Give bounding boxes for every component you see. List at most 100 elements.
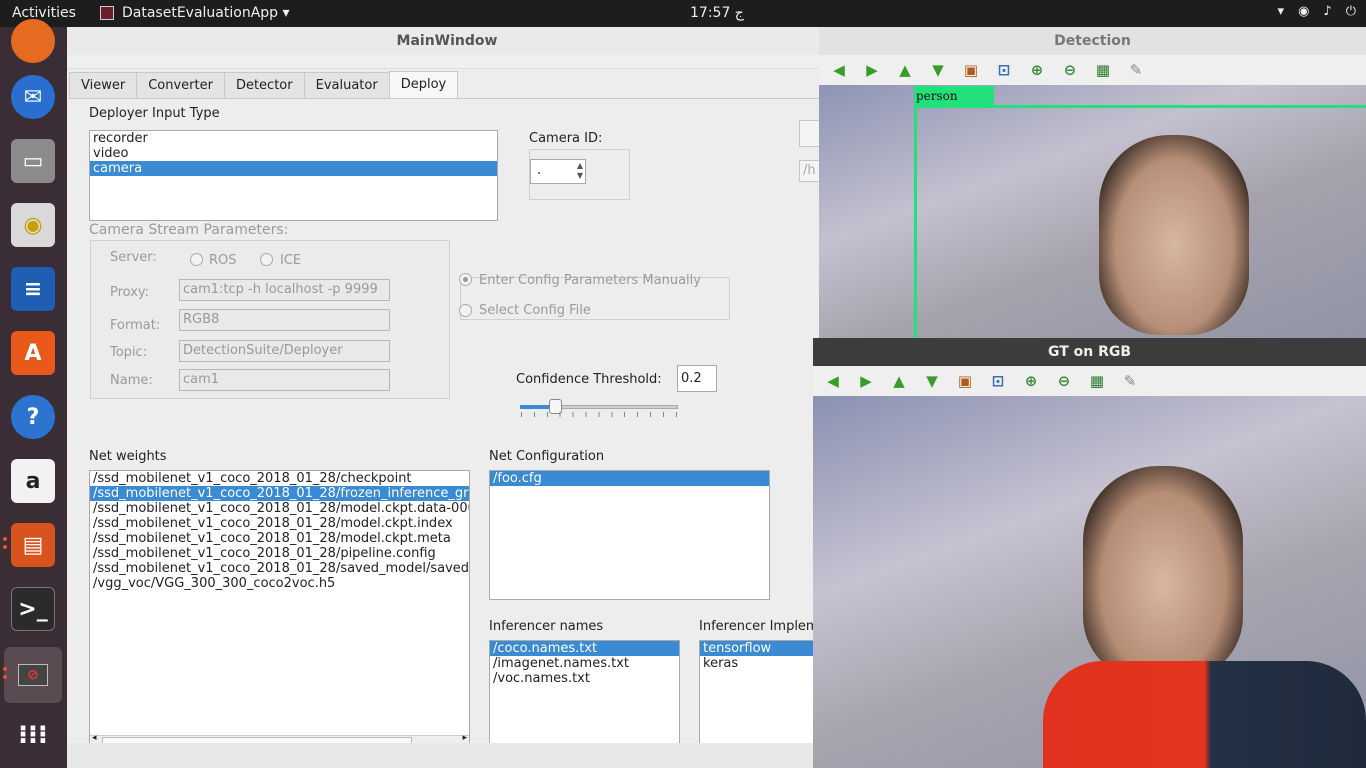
dock: ✉ ▭ ◉ ≡ A ? a ▤ >_ ⊘ ⁝⁝⁝ bbox=[0, 19, 67, 768]
list-item[interactable]: keras bbox=[700, 656, 828, 671]
gt-image bbox=[813, 396, 1366, 768]
format-field[interactable]: RGB8 bbox=[179, 309, 390, 331]
spin-arrows-icon[interactable]: ▲ ▼ bbox=[577, 161, 583, 181]
list-item[interactable]: /vgg_voc/VGG_300_300_coco2voc.h5 bbox=[90, 576, 469, 591]
zoom-out-icon[interactable]: ⊖ bbox=[1054, 371, 1074, 391]
amazon-icon[interactable]: a bbox=[11, 459, 55, 503]
tab-converter[interactable]: Converter bbox=[136, 72, 225, 98]
net-weights-list[interactable]: /ssd_mobilenet_v1_coco_2018_01_28/checkp… bbox=[89, 470, 470, 747]
list-item[interactable]: video bbox=[90, 146, 497, 161]
list-item[interactable]: /imagenet.names.txt bbox=[490, 656, 679, 671]
tab-viewer[interactable]: Viewer bbox=[69, 72, 138, 98]
list-item[interactable]: recorder bbox=[90, 131, 497, 146]
format-label: Format: bbox=[110, 318, 161, 333]
impress-icon[interactable]: ▤ bbox=[11, 523, 55, 567]
arrow-up-icon[interactable]: ▲ bbox=[895, 60, 915, 80]
arrow-right-icon[interactable]: ▶ bbox=[862, 60, 882, 80]
topic-field[interactable]: DetectionSuite/Deployer bbox=[179, 340, 390, 362]
net-config-list[interactable]: /foo.cfg bbox=[489, 470, 770, 600]
zoom-in-icon[interactable]: ⊕ bbox=[1021, 371, 1041, 391]
person-face bbox=[1083, 466, 1243, 681]
arrow-down-icon[interactable]: ▼ bbox=[928, 60, 948, 80]
dataset-app-icon[interactable]: ⊘ bbox=[4, 647, 62, 703]
tray-arrow-icon[interactable]: ▾ bbox=[1278, 4, 1285, 19]
ros-radio[interactable] bbox=[190, 253, 203, 266]
confidence-label: Confidence Threshold: bbox=[516, 372, 662, 387]
thunderbird-icon[interactable]: ✉ bbox=[11, 75, 55, 119]
activities-button[interactable]: Activities bbox=[12, 5, 76, 21]
writer-icon[interactable]: ≡ bbox=[11, 267, 55, 311]
tab-detector[interactable]: Detector bbox=[223, 72, 305, 98]
server-label: Server: bbox=[110, 250, 157, 265]
volume-icon[interactable]: ♪ bbox=[1323, 4, 1331, 19]
zoom-fit-icon[interactable]: ⊡ bbox=[988, 371, 1008, 391]
top-bar: Activities DatasetEvaluationApp ▾ 17:57 … bbox=[0, 0, 1366, 27]
inferencer-names-label: Inferencer names bbox=[489, 619, 604, 634]
inferencer-names-list[interactable]: /coco.names.txt /imagenet.names.txt /voc… bbox=[489, 640, 680, 750]
input-type-list[interactable]: recorder video camera bbox=[89, 130, 498, 221]
arrow-left-icon[interactable]: ◀ bbox=[829, 60, 849, 80]
zoom-in-icon[interactable]: ⊕ bbox=[1027, 60, 1047, 80]
main-window: MainWindow Viewer Converter Detector Eva… bbox=[67, 27, 829, 768]
tab-evaluator[interactable]: Evaluator bbox=[303, 72, 390, 98]
list-item[interactable]: /voc.names.txt bbox=[490, 671, 679, 686]
topic-label: Topic: bbox=[110, 345, 148, 360]
list-item[interactable]: /ssd_mobilenet_v1_coco_2018_01_28/model.… bbox=[90, 531, 469, 546]
firefox-icon[interactable] bbox=[11, 19, 55, 63]
arrow-up-icon[interactable]: ▲ bbox=[889, 371, 909, 391]
camera-id-spinbox[interactable]: . ▲ ▼ bbox=[530, 159, 586, 184]
detection-toolbar: ◀ ▶ ▲ ▼ ▣ ⊡ ⊕ ⊖ ▦ ✎ bbox=[819, 55, 1366, 85]
inferencer-impl-label: Inferencer Impleme bbox=[699, 619, 827, 634]
list-item[interactable]: tensorflow bbox=[700, 641, 828, 656]
save-icon[interactable]: ▦ bbox=[1093, 60, 1113, 80]
proxy-field[interactable]: cam1:tcp -h localhost -p 9999 bbox=[179, 279, 390, 301]
zoom-fit-icon[interactable]: ⊡ bbox=[994, 60, 1014, 80]
detection-title: Detection bbox=[819, 27, 1366, 55]
confidence-slider[interactable] bbox=[520, 399, 678, 414]
name-field[interactable]: cam1 bbox=[179, 369, 390, 391]
status-bar bbox=[67, 743, 827, 768]
inferencer-impl-list[interactable]: tensorflow keras bbox=[699, 640, 829, 750]
confidence-field[interactable]: 0.2 bbox=[677, 365, 717, 392]
help-icon[interactable]: ? bbox=[11, 395, 55, 439]
image-icon[interactable]: ▣ bbox=[961, 60, 981, 80]
list-item[interactable]: /ssd_mobilenet_v1_coco_2018_01_28/frozen… bbox=[90, 486, 469, 501]
scroll-right-icon[interactable]: ▸ bbox=[462, 733, 467, 743]
software-center-icon[interactable]: A bbox=[11, 331, 55, 375]
rhythmbox-icon[interactable]: ◉ bbox=[11, 203, 55, 247]
config-file-label: Select Config File bbox=[479, 303, 591, 318]
arrow-right-icon[interactable]: ▶ bbox=[856, 371, 876, 391]
camera-stream-label: Camera Stream Parameters: bbox=[89, 222, 289, 238]
proxy-label: Proxy: bbox=[110, 285, 150, 300]
list-item[interactable]: /coco.names.txt bbox=[490, 641, 679, 656]
scroll-left-icon[interactable]: ◂ bbox=[92, 733, 97, 743]
list-item[interactable]: /foo.cfg bbox=[490, 471, 769, 486]
brush-icon[interactable]: ✎ bbox=[1120, 371, 1140, 391]
ice-radio[interactable] bbox=[260, 253, 273, 266]
clock[interactable]: 17:57 ج bbox=[690, 5, 744, 21]
list-item[interactable]: /ssd_mobilenet_v1_coco_2018_01_28/model.… bbox=[90, 516, 469, 531]
power-icon[interactable]: ⏻ bbox=[1346, 4, 1356, 19]
net-weights-label: Net weights bbox=[89, 449, 167, 464]
terminal-icon[interactable]: >_ bbox=[11, 587, 55, 631]
wifi-icon[interactable]: ◉ bbox=[1298, 4, 1309, 19]
system-tray[interactable]: ▾ ◉ ♪ ⏻ bbox=[1278, 4, 1356, 19]
apps-grid-icon[interactable]: ⁝⁝⁝ bbox=[11, 713, 55, 757]
list-item[interactable]: /ssd_mobilenet_v1_coco_2018_01_28/pipeli… bbox=[90, 546, 469, 561]
tab-deploy[interactable]: Deploy bbox=[388, 71, 459, 98]
image-icon[interactable]: ▣ bbox=[955, 371, 975, 391]
list-item[interactable]: camera bbox=[90, 161, 497, 176]
list-item[interactable]: /ssd_mobilenet_v1_coco_2018_01_28/saved_… bbox=[90, 561, 469, 576]
list-item[interactable]: /ssd_mobilenet_v1_coco_2018_01_28/checkp… bbox=[90, 471, 469, 486]
save-icon[interactable]: ▦ bbox=[1087, 371, 1107, 391]
brush-icon[interactable]: ✎ bbox=[1126, 60, 1146, 80]
config-file-radio[interactable] bbox=[459, 304, 472, 317]
arrow-left-icon[interactable]: ◀ bbox=[823, 371, 843, 391]
manual-config-radio[interactable] bbox=[459, 273, 472, 286]
person-jacket bbox=[1043, 661, 1366, 768]
list-item[interactable]: /ssd_mobilenet_v1_coco_2018_01_28/model.… bbox=[90, 501, 469, 516]
files-icon[interactable]: ▭ bbox=[11, 139, 55, 183]
arrow-down-icon[interactable]: ▼ bbox=[922, 371, 942, 391]
app-menu[interactable]: DatasetEvaluationApp ▾ bbox=[100, 5, 290, 21]
zoom-out-icon[interactable]: ⊖ bbox=[1060, 60, 1080, 80]
